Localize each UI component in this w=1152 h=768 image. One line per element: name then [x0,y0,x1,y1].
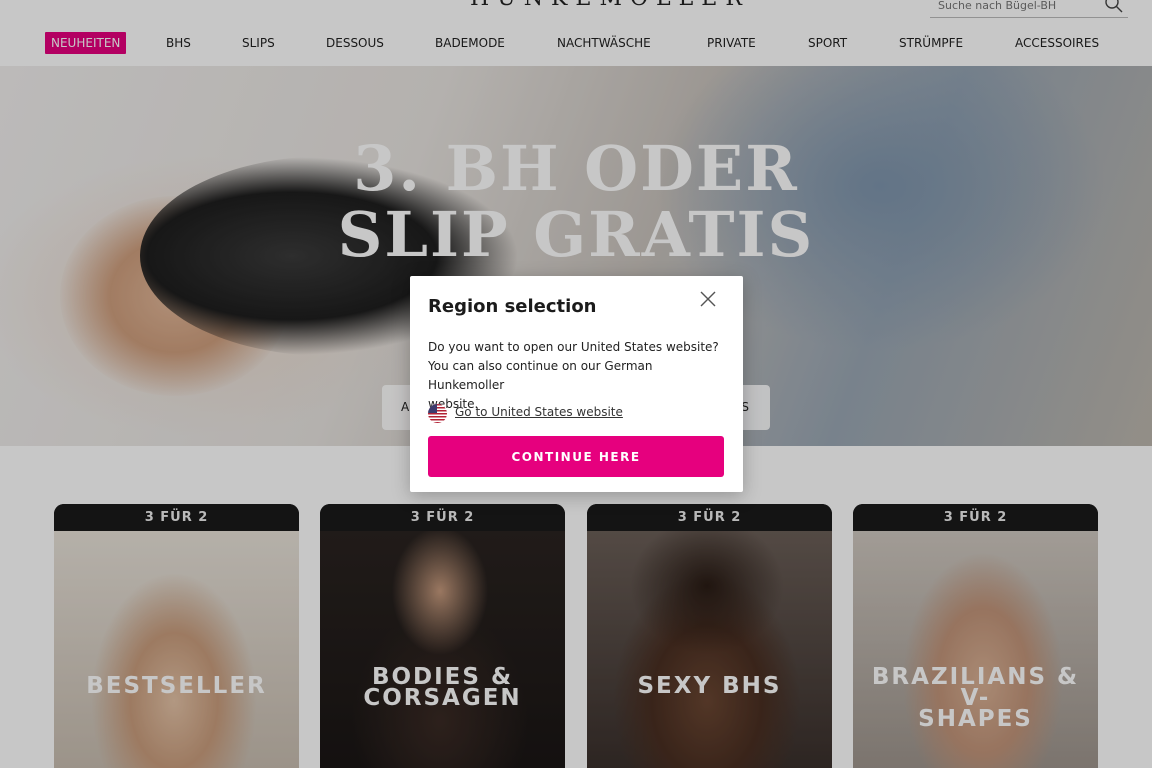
region-selection-dialog: Region selection Do you want to open our… [410,276,743,492]
us-website-link[interactable]: Go to United States website [455,405,623,419]
close-icon[interactable] [699,290,717,308]
continue-here-button[interactable]: CONTINUE HERE [428,436,724,477]
dialog-message: Do you want to open our United States we… [428,338,728,414]
dialog-message-line1: Do you want to open our United States we… [428,340,719,354]
dialog-title: Region selection [428,296,597,317]
us-flag-icon [428,404,447,423]
dialog-message-line2: You can also continue on our German Hunk… [428,359,653,392]
